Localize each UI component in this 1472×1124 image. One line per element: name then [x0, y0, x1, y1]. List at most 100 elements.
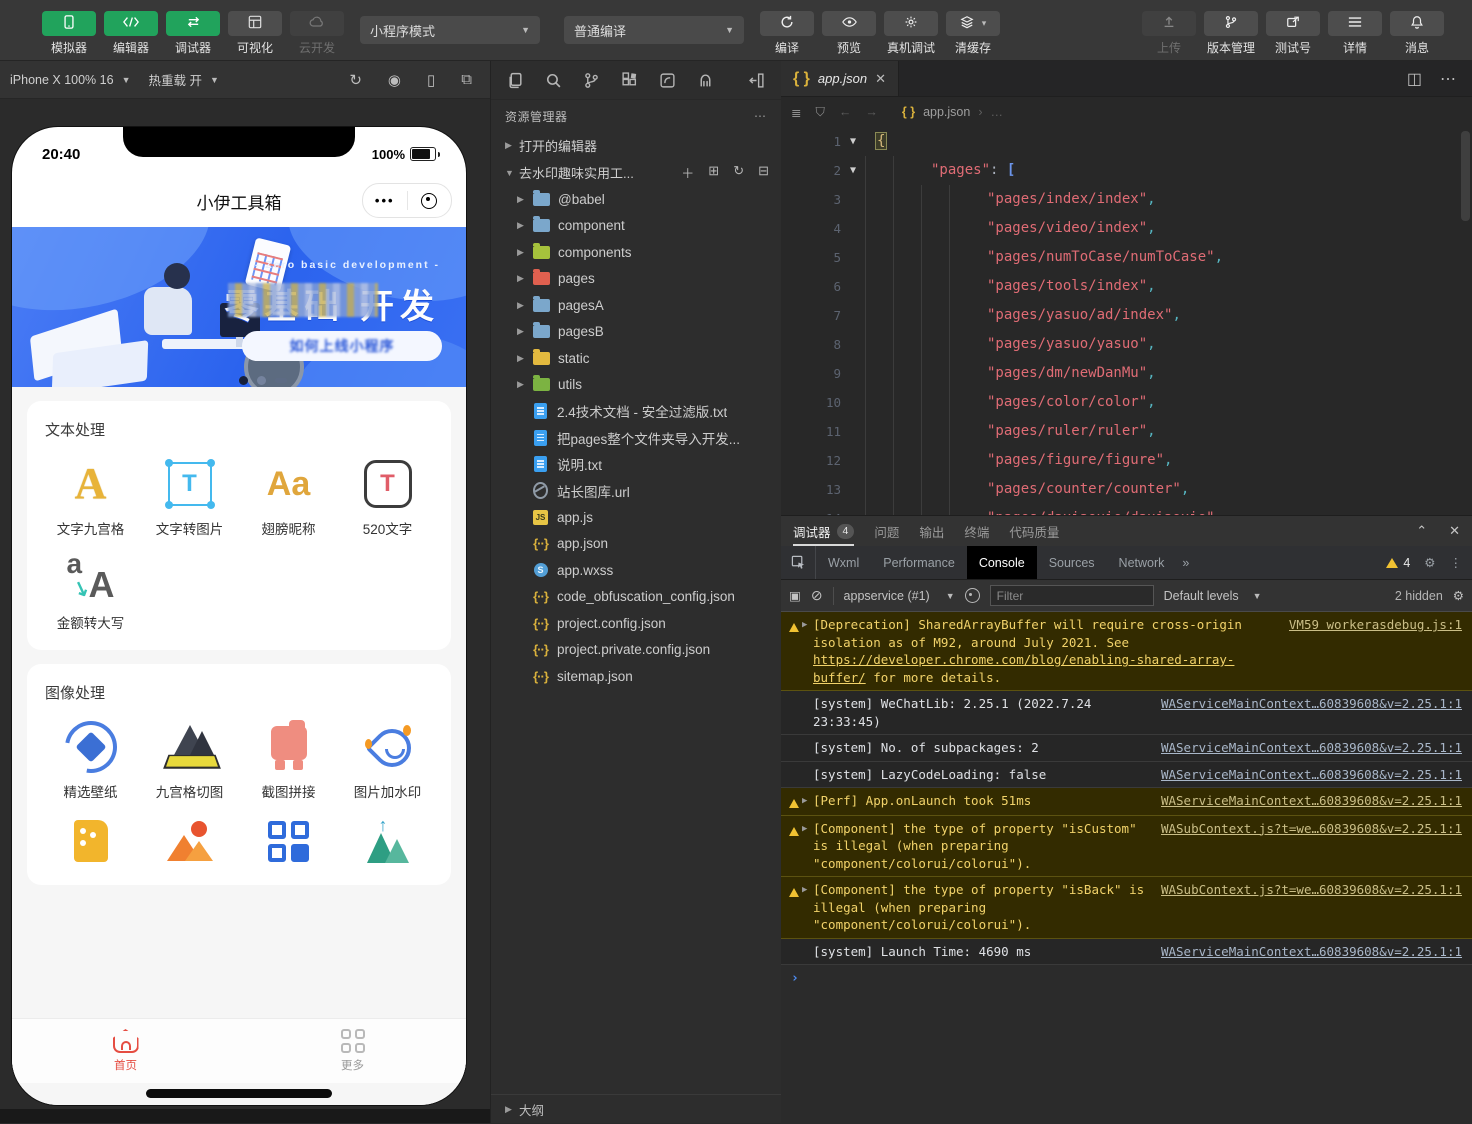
toolbar-button-可视化[interactable]: 可视化	[228, 11, 282, 56]
console-settings-icon[interactable]: ⚙	[1453, 588, 1464, 603]
extensions-icon[interactable]	[621, 72, 638, 89]
collapse-panel-icon[interactable]	[748, 72, 765, 89]
mode-select[interactable]: 小程序模式 ▼	[360, 16, 540, 44]
debugger-tab-输出[interactable]: 输出	[919, 516, 944, 546]
console-message-log[interactable]: [system] No. of subpackages: 2WAServiceM…	[781, 735, 1472, 762]
file-row[interactable]: {··}project.private.config.json	[491, 637, 781, 664]
message-source-link[interactable]: WAServiceMainContext…60839608&v=2.25.1:1	[1161, 792, 1462, 810]
file-row[interactable]: 说明.txt	[491, 451, 781, 478]
more-menu-button[interactable]: •••	[363, 193, 407, 208]
feature-item-精选壁纸[interactable]: 精选壁纸	[41, 721, 140, 801]
hidden-count-label[interactable]: 2 hidden	[1395, 589, 1443, 603]
file-row[interactable]: 站长图库.url	[491, 478, 781, 505]
nav-forward-icon[interactable]: →	[865, 105, 878, 119]
git-branch-icon[interactable]	[583, 72, 600, 89]
top-frame-icon[interactable]: ▣	[789, 588, 801, 603]
tab-app-json[interactable]: { } app.json ✕	[781, 61, 899, 96]
console-message-warn[interactable]: ▶[Component] the type of property "isBac…	[781, 877, 1472, 939]
warning-count-badge[interactable]: 4	[1386, 556, 1410, 570]
folder-row-pages[interactable]: ▶pages	[491, 266, 781, 293]
toolbar-button-上传[interactable]: 上传	[1142, 11, 1196, 56]
feature-item-金额转大写[interactable]: a↘A金额转大写	[41, 552, 140, 632]
console-message-warn[interactable]: ▶[Component] the type of property "isCus…	[781, 816, 1472, 878]
file-row[interactable]: 把pages整个文件夹导入开发...	[491, 425, 781, 452]
collapse-all-icon[interactable]: ⊟	[758, 163, 769, 182]
folder-row-pagesB[interactable]: ▶pagesB	[491, 319, 781, 346]
message-source-link[interactable]: WASubContext.js?t=we…60839608&v=2.25.1:1	[1161, 881, 1462, 899]
message-source-link[interactable]: WAServiceMainContext…60839608&v=2.25.1:1	[1161, 695, 1462, 713]
tabbar-item-更多[interactable]: 更多	[239, 1019, 466, 1083]
feature-item-文字转图片[interactable]: T文字转图片	[140, 458, 239, 538]
outline-list-icon[interactable]: ≣	[791, 105, 801, 120]
feature-item-翅膀昵称[interactable]: Aa翅膀昵称	[239, 458, 338, 538]
breadcrumb-more[interactable]: …	[991, 105, 1004, 119]
device-select[interactable]: iPhone X 100% 16 ▼	[10, 73, 130, 87]
project-root-row[interactable]: ▼ 去水印趣味实用工... ＋ ⊞ ↻ ⊟	[491, 159, 781, 186]
clear-console-icon[interactable]: ⊘	[811, 587, 823, 604]
context-select[interactable]: appservice (#1) ▼	[844, 589, 955, 603]
folder-row-static[interactable]: ▶static	[491, 345, 781, 372]
multi-window-icon[interactable]: ⧉	[461, 71, 472, 88]
toolbar-button-真机调试[interactable]: 真机调试	[884, 11, 938, 56]
folder-row-components[interactable]: ▶components	[491, 239, 781, 266]
feature-item-截图拼接[interactable]: 截图拼接	[239, 721, 338, 801]
close-debugger-icon[interactable]: ✕	[1449, 523, 1460, 539]
toolbar-button-测试号[interactable]: 测试号	[1266, 11, 1320, 56]
message-source-link[interactable]: WASubContext.js?t=we…60839608&v=2.25.1:1	[1161, 820, 1462, 838]
expand-arrow-icon[interactable]: ▶	[802, 617, 807, 635]
split-editor-icon[interactable]: ◫	[1407, 69, 1422, 89]
new-folder-icon[interactable]: ⊞	[708, 163, 719, 182]
console-message-log[interactable]: [system] Launch Time: 4690 msWAServiceMa…	[781, 939, 1472, 966]
feature-item-九宫格切图[interactable]: 九宫格切图	[140, 721, 239, 801]
fold-icon[interactable]: ▼	[847, 127, 859, 156]
file-row[interactable]: {··}app.json	[491, 531, 781, 558]
npm-icon[interactable]	[697, 72, 714, 89]
devtools-tab-sources[interactable]: Sources	[1037, 546, 1107, 579]
toolbar-button-编辑器[interactable]: 编辑器	[104, 11, 158, 56]
feature-item-文字九宫格[interactable]: A文字九宫格	[41, 458, 140, 538]
record-icon[interactable]: ◉	[388, 71, 401, 89]
log-levels-select[interactable]: Default levels ▼	[1164, 589, 1262, 603]
toolbar-button-编译[interactable]: 编译	[760, 11, 814, 56]
toolbar-button-调试器[interactable]: 调试器	[166, 11, 220, 56]
debugger-tab-终端[interactable]: 终端	[964, 516, 989, 546]
toolbar-button-云开发[interactable]: 云开发	[290, 11, 344, 56]
feature-item-cutoff[interactable]	[41, 815, 140, 867]
debugger-tab-调试器[interactable]: 调试器4	[793, 516, 854, 546]
toolbar-button-消息[interactable]: 消息	[1390, 11, 1444, 56]
toolbar-button-详情[interactable]: 详情	[1328, 11, 1382, 56]
collapse-debugger-icon[interactable]: ⌃	[1416, 523, 1427, 539]
refresh-icon[interactable]: ↻	[733, 163, 744, 182]
feature-item-图片加水印[interactable]: 图片加水印	[338, 721, 437, 801]
files-icon[interactable]	[507, 72, 524, 89]
message-source-link[interactable]: WAServiceMainContext…60839608&v=2.25.1:1	[1161, 943, 1462, 961]
bookmark-icon[interactable]: ⛉	[815, 105, 824, 120]
console-message-warn[interactable]: ▶[Deprecation] SharedArrayBuffer will re…	[781, 612, 1472, 691]
file-row[interactable]: 2.4技术文档 - 安全过滤版.txt	[491, 398, 781, 425]
inspect-element-icon[interactable]	[781, 546, 816, 579]
feature-item-520文字[interactable]: T520文字	[338, 458, 437, 538]
banner-carousel[interactable]: - Zero basic development - 零基础 开发 如何上线小程…	[12, 227, 466, 393]
console-prompt[interactable]: ›	[781, 965, 1472, 992]
devtools-tab-network[interactable]: Network	[1107, 546, 1177, 579]
toolbar-button-清缓存[interactable]: ▾清缓存	[946, 11, 1000, 56]
expand-arrow-icon[interactable]: ▶	[802, 821, 807, 839]
debugger-tab-问题[interactable]: 问题	[874, 516, 899, 546]
close-tab-icon[interactable]: ✕	[875, 71, 886, 87]
new-file-icon[interactable]: ＋	[681, 163, 694, 182]
folder-row-@babel[interactable]: ▶@babel	[491, 186, 781, 213]
fold-icon[interactable]: ▼	[847, 156, 859, 185]
breadcrumb-file[interactable]: app.json	[923, 105, 970, 119]
devtools-tab-performance[interactable]: Performance	[871, 546, 967, 579]
outline-section-row[interactable]: ▶ 大纲	[491, 1094, 781, 1123]
file-row[interactable]: JSapp.js	[491, 504, 781, 531]
more-tabs-icon[interactable]: »	[1176, 556, 1195, 570]
message-link[interactable]: https://developer.chrome.com/blog/enabli…	[813, 652, 1234, 685]
explorer-more-icon[interactable]: ⋯	[754, 109, 767, 123]
tabbar-item-首页[interactable]: 首页	[12, 1019, 239, 1083]
applet-icon[interactable]	[659, 72, 676, 89]
console-message-log[interactable]: [system] WeChatLib: 2.25.1 (2022.7.24 23…	[781, 691, 1472, 735]
message-source-link[interactable]: VM59 workerasdebug.js:1	[1289, 616, 1462, 634]
compile-mode-select[interactable]: 普通编译 ▼	[564, 16, 744, 44]
devtools-menu-icon[interactable]: ⋮	[1450, 555, 1463, 570]
